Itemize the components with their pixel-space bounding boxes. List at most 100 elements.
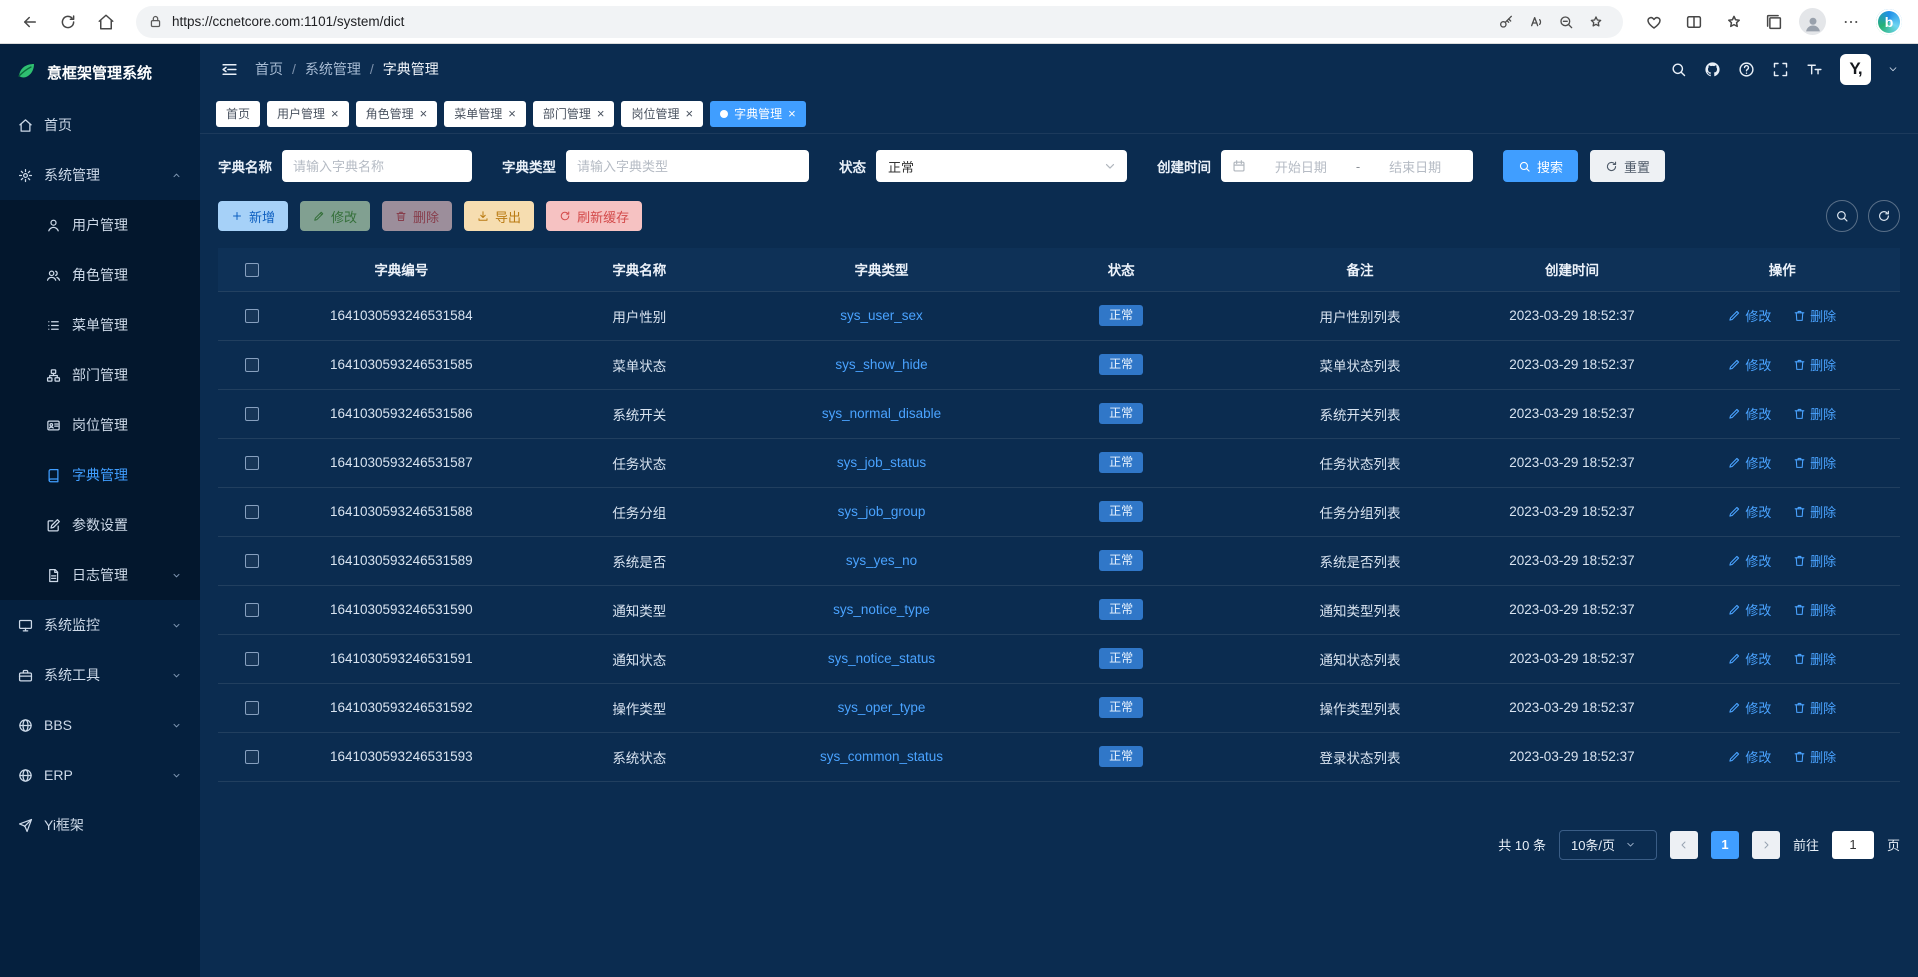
delete-button[interactable]: 删除 [382, 201, 452, 231]
select-all-checkbox[interactable] [245, 263, 259, 277]
row-checkbox[interactable] [245, 309, 259, 323]
date-range-picker[interactable]: 开始日期 - 结束日期 [1221, 150, 1473, 182]
refresh-cache-button[interactable]: 刷新缓存 [546, 201, 642, 231]
row-edit-link[interactable]: 修改 [1728, 551, 1771, 570]
dict-type-link[interactable]: sys_notice_type [833, 602, 930, 617]
row-checkbox[interactable] [245, 701, 259, 715]
header-search-icon[interactable] [1670, 61, 1687, 78]
row-delete-link[interactable]: 删除 [1793, 502, 1836, 521]
read-aloud-icon[interactable] [1521, 9, 1551, 35]
row-edit-link[interactable]: 修改 [1728, 502, 1771, 521]
tab-close-icon[interactable]: × [331, 107, 339, 120]
dict-type-link[interactable]: sys_yes_no [846, 553, 917, 568]
sidebar-item-param-settings[interactable]: 参数设置 [0, 500, 200, 550]
sidebar-item-user-mgmt[interactable]: 用户管理 [0, 200, 200, 250]
row-edit-link[interactable]: 修改 [1728, 306, 1771, 325]
row-delete-link[interactable]: 删除 [1793, 355, 1836, 374]
row-checkbox[interactable] [245, 358, 259, 372]
favorites-icon[interactable] [1719, 5, 1749, 39]
reset-button[interactable]: 重置 [1590, 150, 1665, 182]
address-bar[interactable]: https://ccnetcore.com:1101/system/dict [136, 6, 1623, 38]
breadcrumb-system[interactable]: 系统管理 [305, 59, 361, 79]
tab-close-icon[interactable]: × [508, 107, 516, 120]
favorite-add-icon[interactable] [1581, 9, 1611, 35]
split-screen-icon[interactable] [1679, 5, 1709, 39]
dict-type-input[interactable] [566, 150, 809, 182]
dict-type-link[interactable]: sys_notice_status [828, 651, 935, 666]
tab-close-icon[interactable]: × [788, 107, 796, 120]
browser-home-icon[interactable] [88, 5, 124, 39]
row-edit-link[interactable]: 修改 [1728, 355, 1771, 374]
dict-type-link[interactable]: sys_common_status [820, 749, 943, 764]
user-logo-avatar[interactable]: Y, [1840, 54, 1871, 85]
row-delete-link[interactable]: 删除 [1793, 306, 1836, 325]
row-delete-link[interactable]: 删除 [1793, 698, 1836, 717]
dict-type-link[interactable]: sys_normal_disable [822, 406, 941, 421]
page-size-select[interactable]: 10条/页 [1559, 830, 1657, 860]
row-edit-link[interactable]: 修改 [1728, 747, 1771, 766]
sidebar-item-role-mgmt[interactable]: 角色管理 [0, 250, 200, 300]
show-search-toggle-button[interactable] [1826, 200, 1858, 232]
export-button[interactable]: 导出 [464, 201, 534, 231]
sidebar-item-dict-mgmt[interactable]: 字典管理 [0, 450, 200, 500]
fullscreen-icon[interactable] [1772, 61, 1789, 78]
tab-post-mgmt[interactable]: 岗位管理× [621, 101, 703, 127]
copilot-icon[interactable]: b [1876, 9, 1902, 35]
sidebar-item-bbs[interactable]: BBS [0, 700, 200, 750]
row-checkbox[interactable] [245, 505, 259, 519]
avatar-caret-icon[interactable] [1888, 64, 1898, 74]
dict-type-link[interactable]: sys_show_hide [835, 357, 927, 372]
row-edit-link[interactable]: 修改 [1728, 453, 1771, 472]
tab-close-icon[interactable]: × [685, 107, 693, 120]
row-delete-link[interactable]: 删除 [1793, 404, 1836, 423]
tab-user-mgmt[interactable]: 用户管理× [267, 101, 349, 127]
browser-essentials-icon[interactable] [1639, 5, 1669, 39]
breadcrumb-home[interactable]: 首页 [255, 59, 283, 79]
sidebar-item-home[interactable]: 首页 [0, 100, 200, 150]
tab-dept-mgmt[interactable]: 部门管理× [533, 101, 615, 127]
refresh-icon[interactable] [50, 5, 86, 39]
tab-home[interactable]: 首页 [216, 101, 260, 127]
row-delete-link[interactable]: 删除 [1793, 600, 1836, 619]
row-edit-link[interactable]: 修改 [1728, 404, 1771, 423]
row-edit-link[interactable]: 修改 [1728, 600, 1771, 619]
sidebar-item-erp[interactable]: ERP [0, 750, 200, 800]
current-page-button[interactable]: 1 [1711, 831, 1739, 859]
sidebar-item-system-tools[interactable]: 系统工具 [0, 650, 200, 700]
collections-icon[interactable] [1759, 5, 1789, 39]
row-checkbox[interactable] [245, 456, 259, 470]
row-delete-link[interactable]: 删除 [1793, 649, 1836, 668]
tab-dict-mgmt[interactable]: 字典管理× [710, 101, 806, 127]
tab-role-mgmt[interactable]: 角色管理× [356, 101, 438, 127]
sidebar-item-dept-mgmt[interactable]: 部门管理 [0, 350, 200, 400]
tab-close-icon[interactable]: × [420, 107, 428, 120]
dict-type-link[interactable]: sys_user_sex [840, 308, 923, 323]
sidebar-item-system-mgmt[interactable]: 系统管理 [0, 150, 200, 200]
dict-name-input[interactable] [282, 150, 472, 182]
tab-close-icon[interactable]: × [597, 107, 605, 120]
search-button[interactable]: 搜索 [1503, 150, 1578, 182]
sidebar-collapse-icon[interactable] [220, 60, 239, 79]
zoom-icon[interactable] [1551, 9, 1581, 35]
dict-type-link[interactable]: sys_job_status [837, 455, 926, 470]
more-menu-icon[interactable] [1836, 5, 1866, 39]
sidebar-item-log-mgmt[interactable]: 日志管理 [0, 550, 200, 600]
sidebar-item-menu-mgmt[interactable]: 菜单管理 [0, 300, 200, 350]
sidebar-item-post-mgmt[interactable]: 岗位管理 [0, 400, 200, 450]
dict-type-link[interactable]: sys_oper_type [838, 700, 926, 715]
sidebar-item-yi-framework[interactable]: Yi框架 [0, 800, 200, 850]
status-select[interactable]: 正常 [876, 150, 1127, 182]
prev-page-button[interactable] [1670, 831, 1698, 859]
font-size-icon[interactable] [1806, 61, 1823, 78]
back-icon[interactable] [12, 5, 48, 39]
row-delete-link[interactable]: 删除 [1793, 453, 1836, 472]
tab-menu-mgmt[interactable]: 菜单管理× [444, 101, 526, 127]
sidebar-item-system-monitor[interactable]: 系统监控 [0, 600, 200, 650]
row-delete-link[interactable]: 删除 [1793, 551, 1836, 570]
row-edit-link[interactable]: 修改 [1728, 698, 1771, 717]
row-checkbox[interactable] [245, 603, 259, 617]
profile-avatar[interactable] [1799, 8, 1826, 35]
row-checkbox[interactable] [245, 407, 259, 421]
help-icon[interactable] [1738, 61, 1755, 78]
goto-page-input[interactable] [1832, 831, 1874, 859]
